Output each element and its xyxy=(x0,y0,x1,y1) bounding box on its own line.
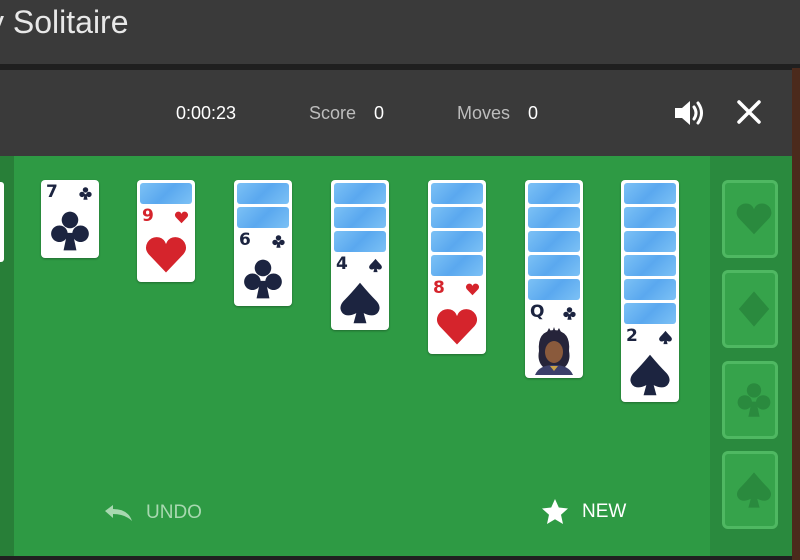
score-value: 0 xyxy=(374,103,385,123)
queen-portrait-icon xyxy=(535,327,573,375)
club-icon xyxy=(244,259,282,299)
background-edge xyxy=(792,68,800,560)
card-back xyxy=(624,207,676,228)
card-back xyxy=(237,183,289,204)
spade-icon xyxy=(736,472,772,508)
card-rank: 7 xyxy=(46,182,58,202)
undo-label: UNDO xyxy=(146,502,202,523)
tableau-pile[interactable]: Q xyxy=(525,180,583,378)
card-back xyxy=(528,255,580,276)
foundation-hearts[interactable] xyxy=(722,180,778,258)
tableau-pile[interactable]: 4 xyxy=(331,180,389,330)
card-back xyxy=(624,231,676,252)
score-label: Score xyxy=(309,103,357,123)
foundation-clubs[interactable] xyxy=(722,361,778,439)
heart-icon xyxy=(145,237,187,273)
timer: 0:00:23 xyxy=(176,103,237,123)
new-label: NEW xyxy=(582,501,627,522)
card-rank: 6 xyxy=(239,230,251,250)
card-back xyxy=(624,279,676,300)
card-back xyxy=(528,279,580,300)
heart-icon xyxy=(436,309,478,345)
moves-label: Moves xyxy=(457,103,511,123)
page-title: y Solitaire xyxy=(0,0,800,68)
foundation-spades[interactable] xyxy=(722,451,778,529)
tableau-pile[interactable]: 9 xyxy=(137,180,195,282)
spade-icon xyxy=(369,258,382,273)
tableau-pile[interactable]: 6 xyxy=(234,180,292,306)
card-back xyxy=(431,231,483,252)
card-back xyxy=(237,207,289,228)
new-game-button[interactable]: NEW xyxy=(540,497,626,527)
stock-card-edge[interactable] xyxy=(0,182,4,262)
club-icon xyxy=(79,187,92,200)
heart-icon xyxy=(736,203,772,235)
club-icon xyxy=(737,383,771,417)
card-back xyxy=(431,255,483,276)
tableau-pile[interactable]: 2 xyxy=(621,180,679,402)
card-back xyxy=(334,183,386,204)
card-rank: 4 xyxy=(336,254,348,274)
card-rank: Q xyxy=(530,302,545,322)
card-back xyxy=(431,183,483,204)
foundation-diamonds[interactable] xyxy=(722,270,778,348)
card-back xyxy=(624,255,676,276)
club-icon xyxy=(51,211,89,251)
card-back xyxy=(528,231,580,252)
spade-icon xyxy=(659,330,672,345)
card-rank: 9 xyxy=(142,206,154,226)
speaker-icon xyxy=(675,101,703,125)
diamond-icon xyxy=(738,291,770,327)
close-button[interactable] xyxy=(734,97,764,127)
club-icon xyxy=(272,235,285,248)
spade-icon xyxy=(630,354,670,396)
club-icon xyxy=(563,307,576,320)
card-back xyxy=(334,231,386,252)
card-back xyxy=(334,207,386,228)
heart-icon xyxy=(465,283,480,296)
card-back xyxy=(140,183,192,204)
card-back xyxy=(528,183,580,204)
card-back xyxy=(624,303,676,324)
card-back xyxy=(624,183,676,204)
tableau-pile[interactable]: 7 xyxy=(41,180,99,258)
spade-icon xyxy=(340,282,380,324)
undo-button[interactable]: UNDO xyxy=(102,500,202,526)
moves-value: 0 xyxy=(528,103,539,123)
card-rank: 2 xyxy=(626,326,638,346)
heart-icon xyxy=(174,211,189,224)
tableau-pile[interactable]: 8 xyxy=(428,180,486,354)
game-header: 0:00:23 Score 0 Moves 0 xyxy=(0,70,792,156)
page-title-text: y Solitaire xyxy=(0,4,129,40)
card-back xyxy=(431,207,483,228)
card-back xyxy=(528,207,580,228)
sound-button[interactable] xyxy=(672,96,706,130)
close-icon xyxy=(737,100,761,124)
star-icon xyxy=(542,499,568,524)
card-rank: 8 xyxy=(433,278,445,298)
undo-icon xyxy=(105,505,132,521)
